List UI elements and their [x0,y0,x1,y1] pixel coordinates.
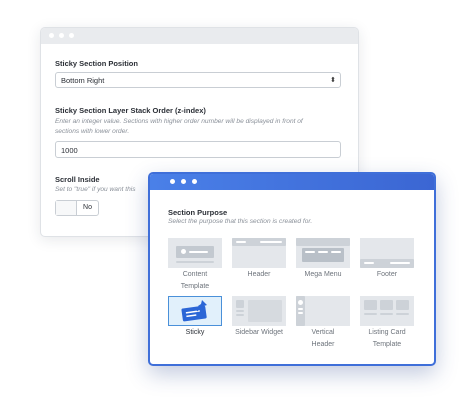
purpose-card-sidebar-widget[interactable]: Sidebar Widget [232,296,286,338]
header-icon [232,238,286,268]
purpose-card-header[interactable]: Header [232,238,286,280]
content-template-icon [168,238,222,268]
purpose-card-footer[interactable]: Footer [360,238,414,280]
z-index-description-line2: sections with lower order. [55,128,130,135]
vertical-header-icon [296,296,350,326]
scroll-inside-label: Scroll Inside [55,175,100,184]
sidebar-widget-icon [232,296,286,326]
window-dot-icon [59,33,64,38]
z-index-input[interactable]: 1000 [55,141,341,158]
card-label-line1: Footer [376,271,398,278]
card-label-line1: Sidebar Widget [235,329,283,336]
window-controls [49,33,74,38]
z-index-label: Sticky Section Layer Stack Order (z-inde… [55,106,206,115]
sticky-position-select[interactable]: Bottom Right ⬍ [55,72,341,88]
sticky-note-pin-graphic [181,300,207,322]
purpose-card-sticky[interactable]: Sticky [168,296,222,338]
card-label-line1: Listing Card [368,329,406,336]
window-dot-icon [181,179,186,184]
purpose-card-vertical-header[interactable]: Vertical Header [296,296,350,349]
card-label-line1: Header [247,271,271,278]
card-label-line2: Template [180,282,210,290]
toggle-knob [56,201,77,215]
card-label-line2: Header [311,340,335,348]
section-purpose-window: Section Purpose Select the purpose that … [148,172,436,366]
listing-card-icon [360,296,414,326]
toggle-value: No [83,204,92,211]
window-controls [170,179,197,184]
select-arrows-icon: ⬍ [330,77,336,84]
card-label-line1: Vertical [311,329,335,336]
window-dot-icon [192,179,197,184]
sticky-pin-icon [168,296,222,326]
card-label-line1: Sticky [185,329,205,336]
settings-window-titlebar [41,28,358,44]
purpose-card-listing-card-template[interactable]: Listing Card Template [360,296,414,349]
card-label-line1: Content [182,271,208,278]
sticky-position-label: Sticky Section Position [55,59,138,68]
mega-menu-icon [296,238,350,268]
window-dot-icon [49,33,54,38]
sticky-position-value: Bottom Right [61,76,105,85]
purpose-card-content-template[interactable]: Content Template [168,238,222,291]
footer-icon [360,238,414,268]
section-purpose-titlebar [150,174,434,190]
section-purpose-title: Section Purpose [168,208,228,217]
section-purpose-description: Select the purpose that this section is … [168,218,313,225]
window-dot-icon [69,33,74,38]
card-label-line1: Mega Menu [304,271,342,278]
scroll-inside-toggle[interactable]: No [55,200,99,216]
purpose-card-mega-menu[interactable]: Mega Menu [296,238,350,280]
card-label-line2: Template [372,340,402,348]
z-index-description-line1: Enter an integer value. Sections with hi… [55,118,303,125]
window-dot-icon [170,179,175,184]
